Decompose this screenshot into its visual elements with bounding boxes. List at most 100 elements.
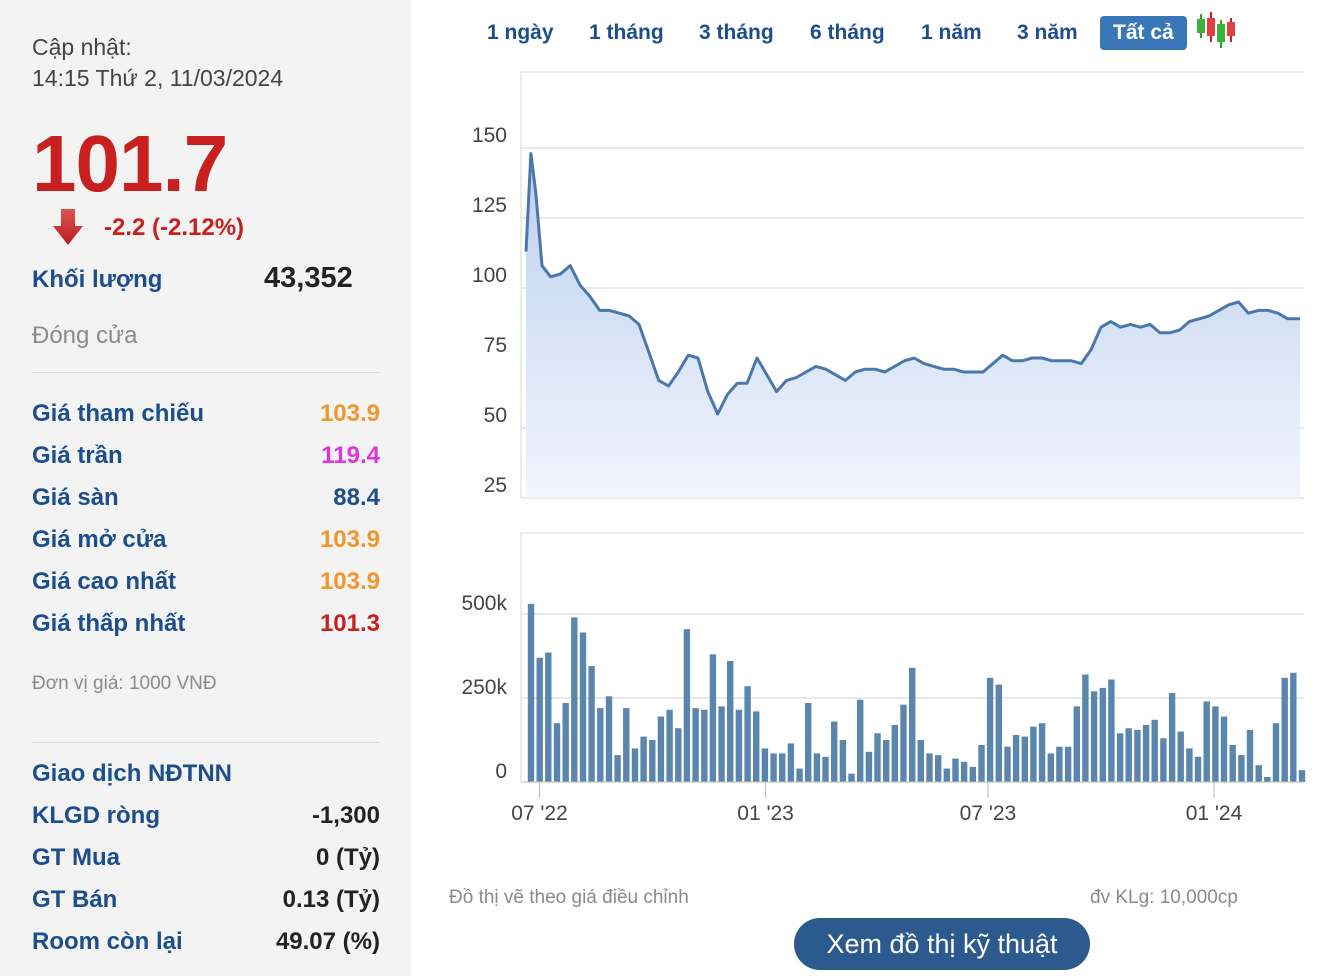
price-tick-label: 125 [472,194,507,217]
x-tick-label: 07 '23 [960,802,1017,825]
volume-bar [969,766,976,782]
volume-bar [779,753,786,782]
volume-bar [1272,723,1280,782]
volume-bar [891,724,898,782]
volume-bar [709,654,717,782]
volume-bar [1281,677,1288,782]
volume-bar [1108,679,1115,782]
volume-bar [770,753,777,782]
volume-bar [1125,728,1132,782]
x-tick-label: 01 '24 [1186,802,1243,825]
volume-bar [597,708,604,782]
volume-bar [848,773,855,782]
volume-bar [986,677,994,782]
volume-bar [935,755,942,782]
volume-bar [1160,738,1167,782]
volume-bar [1238,755,1245,782]
volume-bar [960,761,968,782]
volume-bar [883,740,890,782]
volume-bar [1264,777,1271,782]
volume-bar [1212,706,1219,782]
volume-bar [683,629,691,782]
adjusted-price-note: Đồ thị vẽ theo giá điều chỉnh [449,887,689,908]
volume-bar [831,721,838,782]
technical-chart-button[interactable]: Xem đồ thị kỹ thuật [794,918,1090,970]
volume-bar [1038,723,1046,782]
volume-unit-note: đv KLg: 10,000cp [1090,887,1238,908]
x-tick-label: 01 '23 [737,802,794,825]
volume-bar [727,661,734,782]
volume-bar [865,751,873,782]
price-chart: 25 50 75 100 125 150 [472,71,1304,499]
volume-bar [1056,746,1063,782]
price-tick-label: 25 [484,474,507,497]
volume-bar [640,736,647,782]
volume-bar [1255,765,1262,782]
volume-bar [1030,726,1037,782]
volume-bar [874,733,881,782]
volume-bar [787,743,795,782]
volume-bar [605,696,613,782]
volume-bar [1290,672,1297,782]
volume-bar [675,728,682,782]
volume-bar [978,745,985,782]
volume-bar [1090,691,1098,782]
volume-bar [701,709,708,782]
volume-bar [1082,674,1089,782]
volume-bar [1229,745,1236,782]
volume-bar [536,657,543,782]
volume-bar [1004,746,1011,782]
volume-bar [692,708,699,782]
volume-bar [1246,729,1254,782]
volume-bar [1099,687,1106,782]
volume-bar [1220,716,1228,782]
volume-bar [839,740,847,782]
volume-bar [588,666,595,782]
stock-charts: 25 50 75 100 125 150 0 250k 500k 07 '22 01 '23 07 … [461,71,1306,825]
volume-bar [761,748,769,782]
volume-bar [952,758,959,782]
price-tick-label: 150 [472,124,507,147]
x-tick-label: 07 '22 [511,802,568,825]
volume-bar [527,603,535,782]
volume-tick-label: 0 [495,760,507,783]
volume-bar [1298,770,1306,782]
volume-bar [1021,736,1028,782]
price-tick-label: 75 [484,334,507,357]
volume-bar [857,699,864,782]
volume-bar [744,686,751,782]
volume-bar [805,703,812,782]
volume-bar [666,709,673,782]
volume-bar [1073,706,1080,782]
volume-bar [614,755,621,782]
volume-bar [1142,724,1150,782]
volume-tick-label: 500k [461,592,507,615]
volume-bar [926,753,933,782]
volume-bar [796,768,803,782]
volume-bar [718,706,725,782]
volume-bar [571,617,578,782]
volume-bar [1116,733,1124,782]
volume-bar [900,704,907,782]
volume-chart: 0 250k 500k 07 '22 01 '23 07 '23 01 '24 [461,532,1306,825]
volume-bar [631,748,639,782]
volume-bar [909,667,916,782]
volume-bar [822,756,829,782]
volume-bar [735,709,743,782]
volume-bar [1203,701,1210,782]
price-tick-label: 50 [484,404,507,427]
volume-bar [562,703,569,782]
volume-bar [553,723,561,782]
volume-bar [943,768,950,782]
volume-bar [1064,746,1072,782]
volume-bar [1186,748,1193,782]
volume-bar [917,740,924,782]
volume-bar [1168,693,1176,782]
volume-bar [1151,719,1158,782]
volume-bar [1194,756,1202,782]
volume-bar [649,740,656,782]
volume-bar [545,652,552,782]
volume-bar [657,716,665,782]
volume-bar [1012,735,1020,782]
volume-tick-label: 250k [461,676,507,699]
